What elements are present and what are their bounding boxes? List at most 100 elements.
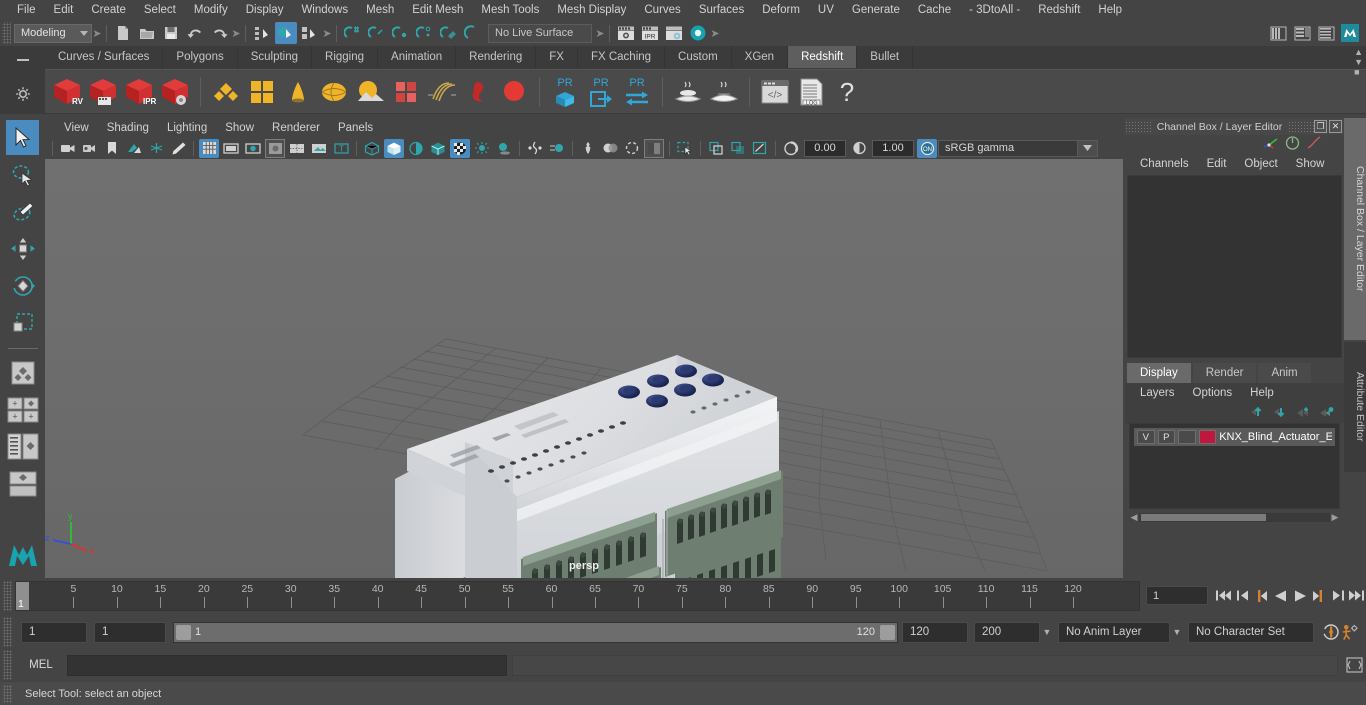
rs-proxy-icon[interactable] <box>388 73 424 111</box>
select-by-object-type-icon[interactable] <box>275 22 297 44</box>
redshift-ipr-icon[interactable]: IPR <box>121 73 157 111</box>
menu-windows[interactable]: Windows <box>292 0 357 20</box>
vertical-tab-channel-box[interactable]: Channel Box / Layer Editor <box>1344 118 1366 340</box>
viewport-menu-lighting[interactable]: Lighting <box>158 122 216 134</box>
viewport-3d-canvas[interactable]: persp x y z persp <box>45 159 1123 578</box>
menu-cache[interactable]: Cache <box>909 0 960 20</box>
redshift-render-settings-icon[interactable] <box>157 73 193 111</box>
resolution-gate-icon[interactable] <box>243 139 263 158</box>
render-sequence-icon[interactable] <box>687 22 709 44</box>
field-chart-icon[interactable] <box>287 139 307 158</box>
play-forwards-button[interactable] <box>1290 585 1309 607</box>
time-slider-track[interactable]: 1 5 10 15 20 25 30 35 40 45 50 55 60 65 70 75 80 85 90 95 1… <box>15 580 1140 611</box>
channelbox-menu-channels[interactable]: Channels <box>1131 158 1198 170</box>
rs-volume-icon[interactable] <box>460 73 496 111</box>
snap-to-projected-center-icon[interactable] <box>414 22 436 44</box>
snap-to-point-icon[interactable] <box>390 22 412 44</box>
xray-icon[interactable] <box>578 139 598 158</box>
shaded-wireframe-icon[interactable] <box>406 139 426 158</box>
shelf-tab-fx[interactable]: FX <box>536 46 578 68</box>
viewport-menu-view[interactable]: View <box>55 122 98 134</box>
rs-dome-light-icon[interactable] <box>316 73 352 111</box>
toggle-channel-box-icon[interactable] <box>1315 22 1337 44</box>
statusline-collapse-3[interactable]: ➤ <box>322 23 332 43</box>
move-tool-button[interactable] <box>6 231 39 266</box>
go-to-start-button[interactable] <box>1214 585 1233 607</box>
menu-select[interactable]: Select <box>135 0 185 20</box>
statusline-collapse-5[interactable]: ➤ <box>710 23 720 43</box>
shelf-scroll-down-icon[interactable]: ▼ <box>1354 58 1363 67</box>
viewport-menu-panels[interactable]: Panels <box>329 122 382 134</box>
menu-mesh-display[interactable]: Mesh Display <box>548 0 635 20</box>
move-layer-up-icon[interactable] <box>1250 406 1265 421</box>
channelbox-menu-edit[interactable]: Edit <box>1198 158 1236 170</box>
panel-grip[interactable] <box>1125 120 1151 133</box>
twopoint-perspective-icon[interactable] <box>146 139 166 158</box>
snap-to-view-plane-icon[interactable] <box>438 22 460 44</box>
shelf-tab-fx-caching[interactable]: FX Caching <box>577 46 666 68</box>
film-gate-icon[interactable] <box>221 139 241 158</box>
exposure-icon[interactable] <box>781 139 801 158</box>
menu-edit-mesh[interactable]: Edit Mesh <box>403 0 472 20</box>
layers-menu-options[interactable]: Options <box>1184 387 1242 399</box>
layer-list-horizontal-scrollbar[interactable]: ◀ ▶ <box>1129 511 1340 523</box>
redo-icon[interactable] <box>208 22 230 44</box>
menu-set-selector[interactable]: Modeling <box>14 23 92 43</box>
rs-texture-icon[interactable] <box>244 73 280 111</box>
menu-curves[interactable]: Curves <box>635 0 689 20</box>
menu-generate[interactable]: Generate <box>843 0 909 20</box>
rs-pr-export-icon[interactable]: PR <box>583 73 619 111</box>
layers-menu-layers[interactable]: Layers <box>1131 387 1184 399</box>
rs-hair-icon[interactable] <box>424 73 460 111</box>
grease-pencil-icon[interactable] <box>168 139 188 158</box>
go-to-end-button[interactable] <box>1347 585 1366 607</box>
isolate-select-icon[interactable] <box>706 139 726 158</box>
step-back-frame-button[interactable] <box>1233 585 1252 607</box>
range-end-handle[interactable] <box>880 624 895 640</box>
menu-deform[interactable]: Deform <box>753 0 809 20</box>
image-plane-icon[interactable] <box>124 139 144 158</box>
live-surface-field[interactable]: No Live Surface <box>488 23 592 43</box>
play-backwards-button[interactable] <box>1271 585 1290 607</box>
character-set-field[interactable]: No Character Set <box>1188 621 1314 643</box>
shelf-tab-curves-surfaces[interactable]: Curves / Surfaces <box>45 46 164 68</box>
menu-create[interactable]: Create <box>82 0 135 20</box>
menu-help[interactable]: Help <box>1089 0 1131 20</box>
shelf-tab-sculpting[interactable]: Sculpting <box>237 46 313 68</box>
isolate-add-icon[interactable] <box>728 139 748 158</box>
color-profile-field[interactable]: sRGB gamma <box>938 139 1078 157</box>
playback-start-time-field[interactable]: 1 <box>94 621 166 643</box>
axis-gizmo-icon[interactable] <box>1263 136 1279 153</box>
vertical-tab-attribute-editor[interactable]: Attribute Editor <box>1344 342 1366 472</box>
menu-surfaces[interactable]: Surfaces <box>690 0 753 20</box>
layers-menu-help[interactable]: Help <box>1241 387 1283 399</box>
command-input-field[interactable] <box>67 654 507 676</box>
current-frame-field[interactable]: 1 <box>1146 586 1208 605</box>
rs-environment-icon[interactable] <box>352 73 388 111</box>
rs-pr-object-icon[interactable]: PR <box>547 73 583 111</box>
toggle-attribute-editor-icon[interactable] <box>1291 22 1313 44</box>
channel-curve-icon[interactable] <box>1306 135 1322 153</box>
grid-toggle-icon[interactable] <box>199 138 219 158</box>
open-scene-icon[interactable] <box>136 22 158 44</box>
render-current-frame-icon[interactable] <box>615 22 637 44</box>
statusline-collapse-2[interactable]: ➤ <box>231 23 241 43</box>
bookmark-icon[interactable] <box>102 139 122 158</box>
menu-file[interactable]: File <box>8 0 45 20</box>
statusline-collapse-4[interactable]: ➤ <box>595 23 605 43</box>
rotate-tool-button[interactable] <box>6 268 39 303</box>
command-line-grip[interactable] <box>3 650 12 680</box>
rs-bake-settings-icon[interactable] <box>706 73 742 111</box>
lasso-tool-button[interactable] <box>6 157 39 192</box>
layout-outliner-persp-button[interactable] <box>6 429 39 464</box>
range-start-handle[interactable] <box>176 624 191 640</box>
exposure-value-field[interactable]: 0.00 <box>804 139 846 157</box>
save-scene-icon[interactable] <box>160 22 182 44</box>
wireframe-shading-icon[interactable] <box>362 139 382 158</box>
step-forward-frame-button[interactable] <box>1328 585 1347 607</box>
layer-row[interactable]: V P KNX_Blind_Actuator_Ei <box>1134 428 1335 446</box>
menu-uv[interactable]: UV <box>809 0 843 20</box>
render-settings-icon[interactable] <box>663 22 685 44</box>
scroll-thumb[interactable] <box>1141 513 1266 521</box>
snap-to-grid-icon[interactable] <box>342 22 364 44</box>
